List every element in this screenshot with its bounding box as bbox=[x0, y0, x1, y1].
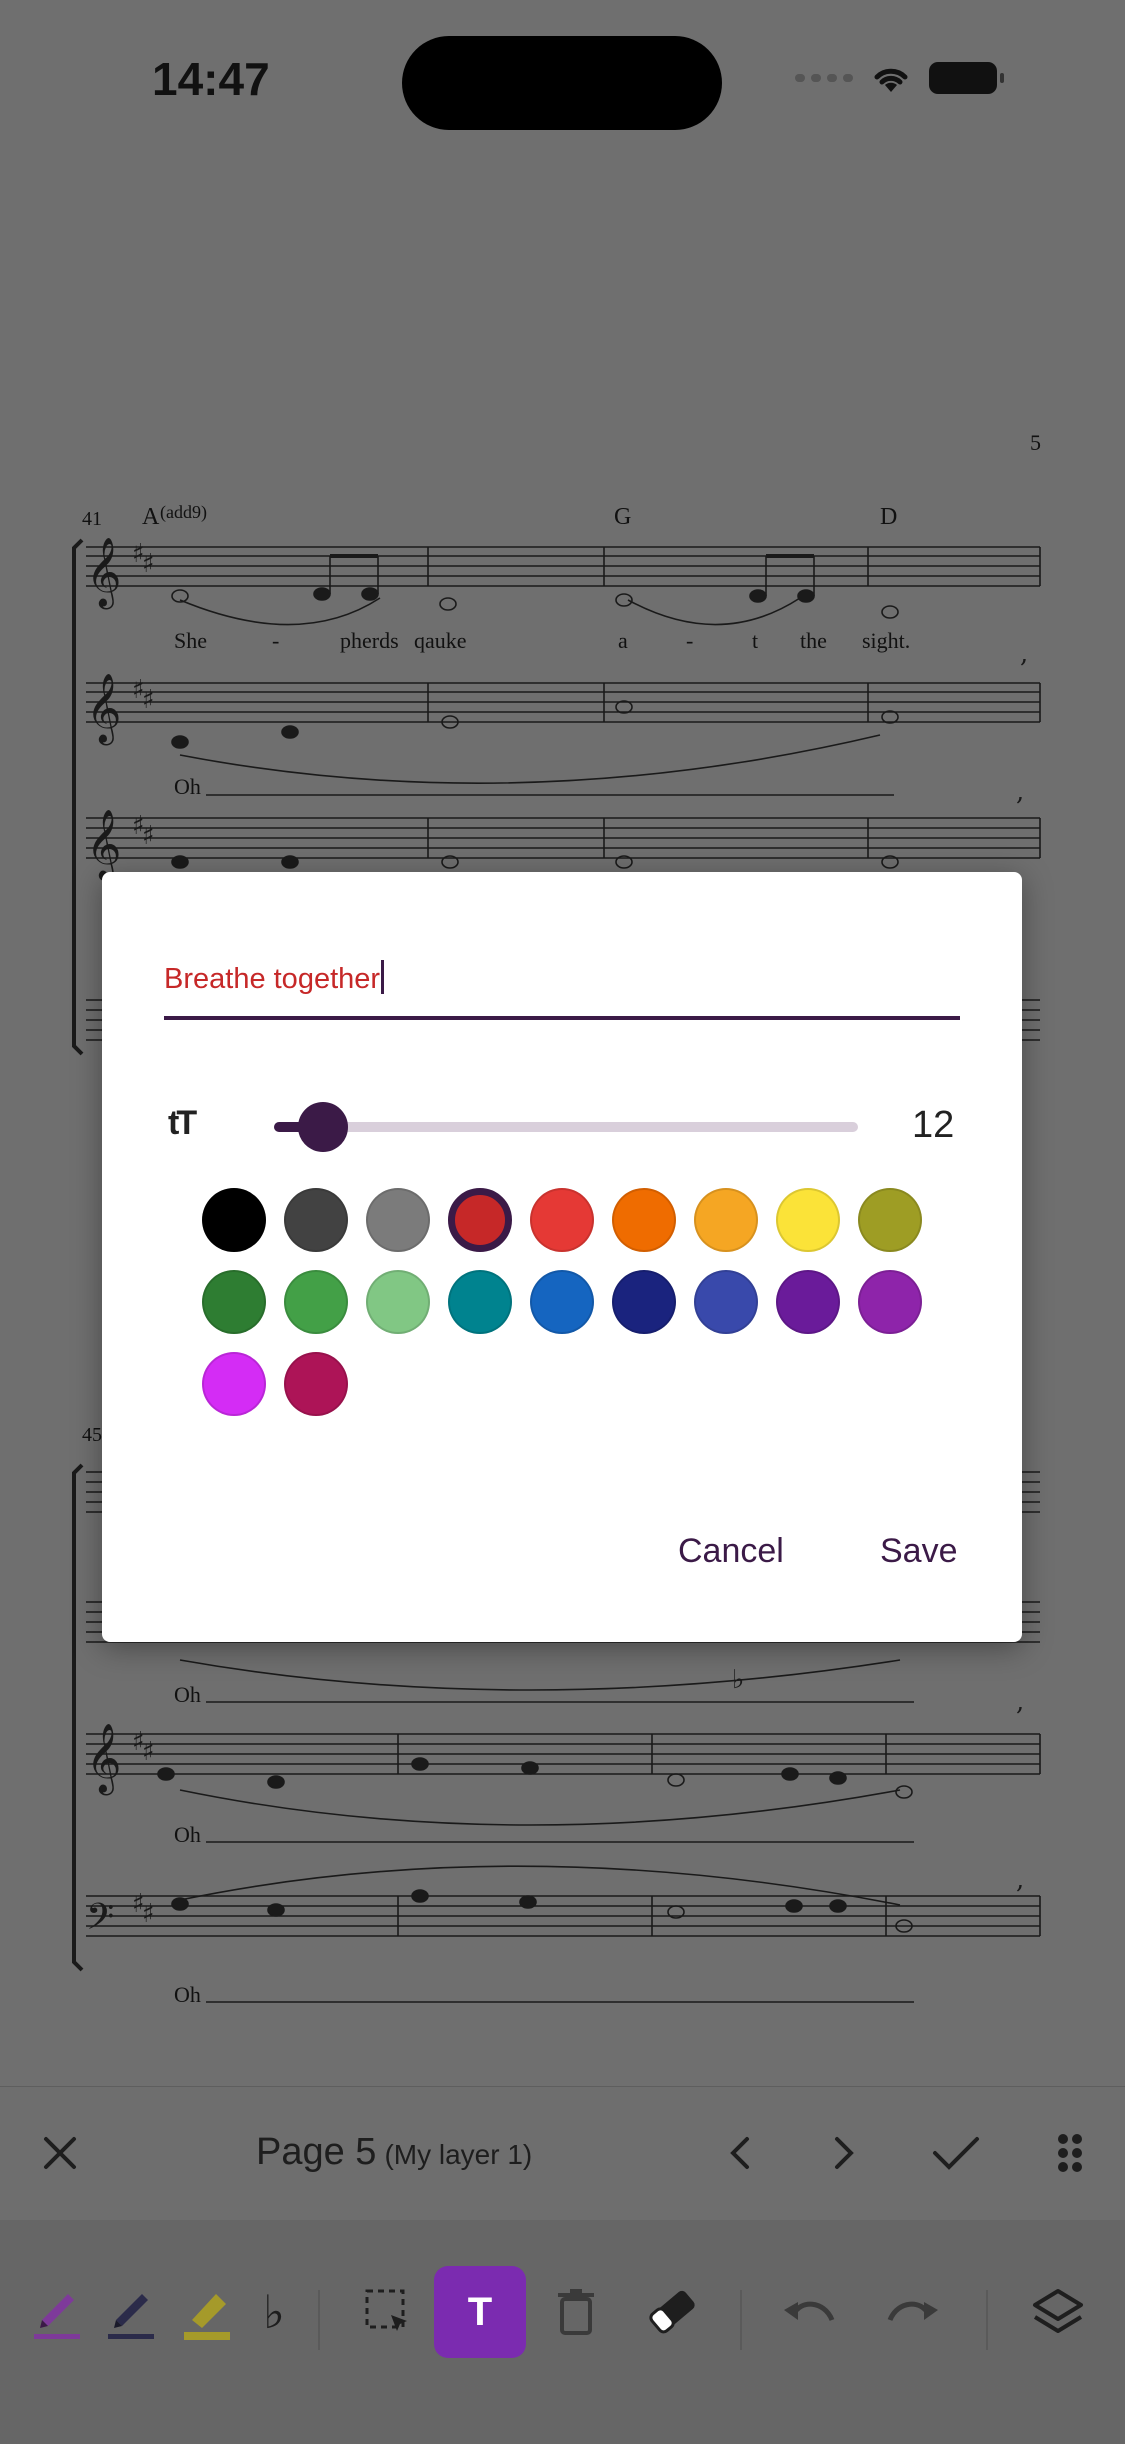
system2-staff-3 bbox=[86, 1733, 1040, 1775]
svg-text:♭: ♭ bbox=[732, 1665, 744, 1695]
text-annotation-dialog: Breathe together tT 12 Cancel Save bbox=[102, 872, 1022, 1642]
font-size-slider-thumb[interactable] bbox=[298, 1102, 348, 1152]
measure-number: 41 bbox=[82, 508, 102, 530]
svg-text:𝄞: 𝄞 bbox=[86, 537, 121, 609]
delete-icon[interactable] bbox=[540, 2276, 612, 2348]
highlighter-icon[interactable] bbox=[172, 2276, 244, 2348]
undo-icon[interactable] bbox=[774, 2276, 846, 2348]
svg-text:𝄞: 𝄞 bbox=[86, 809, 121, 881]
svg-text:♯: ♯ bbox=[142, 1899, 155, 1929]
lyric-syllable: Oh bbox=[174, 1982, 201, 2007]
select-icon[interactable] bbox=[352, 2276, 424, 2348]
color-swatch[interactable] bbox=[448, 1270, 512, 1334]
font-size-value: 12 bbox=[912, 1104, 955, 1146]
svg-text:,: , bbox=[1016, 777, 1024, 807]
lyric-syllable: Oh bbox=[174, 1682, 201, 1707]
system1-staff-2 bbox=[86, 682, 1040, 723]
color-swatch[interactable] bbox=[202, 1352, 266, 1416]
color-swatch[interactable] bbox=[776, 1270, 840, 1334]
chord-extension: (add9) bbox=[160, 502, 207, 522]
page-label: Page 5 bbox=[256, 2131, 377, 2173]
svg-text:𝄞: 𝄞 bbox=[86, 1723, 121, 1795]
color-swatch[interactable] bbox=[366, 1270, 430, 1334]
chord-symbol: D bbox=[880, 504, 898, 530]
toolbar-divider bbox=[986, 2290, 988, 2350]
color-swatch[interactable] bbox=[530, 1188, 594, 1252]
lyric-syllable: the bbox=[800, 628, 827, 653]
pen-purple-icon[interactable] bbox=[22, 2276, 94, 2348]
lyric-syllable: sight. bbox=[862, 628, 911, 653]
annotation-text-field[interactable]: Breathe together bbox=[164, 960, 960, 1020]
system1-staff-3 bbox=[86, 817, 1040, 859]
lyric-syllable: Oh bbox=[174, 1822, 201, 1847]
font-size-slider[interactable] bbox=[274, 1122, 858, 1132]
lyric-syllable: a bbox=[618, 628, 628, 653]
page-navigation-bar: Page 5 (My layer 1) bbox=[0, 2086, 1125, 2221]
chevron-left-icon[interactable] bbox=[712, 2125, 768, 2181]
close-icon[interactable] bbox=[32, 2125, 88, 2181]
svg-text:,: , bbox=[1020, 639, 1028, 669]
svg-text:𝄢: 𝄢 bbox=[86, 1896, 114, 1947]
color-swatch[interactable] bbox=[448, 1188, 512, 1252]
layer-label: (My layer 1) bbox=[384, 2139, 533, 2170]
system1-staff-1 bbox=[86, 546, 1040, 587]
color-swatch[interactable] bbox=[284, 1270, 348, 1334]
lyric-hyphen: - bbox=[272, 628, 280, 653]
save-button[interactable]: Save bbox=[880, 1532, 958, 1571]
text-tool-button[interactable]: T bbox=[434, 2266, 526, 2358]
color-swatch[interactable] bbox=[284, 1352, 348, 1416]
color-swatch[interactable] bbox=[612, 1270, 676, 1334]
color-swatch[interactable] bbox=[694, 1188, 758, 1252]
measure-number: 45 bbox=[82, 1424, 102, 1446]
color-swatch[interactable] bbox=[284, 1188, 348, 1252]
toolbar-divider bbox=[740, 2290, 742, 2350]
lyric-hyphen: - bbox=[686, 628, 694, 653]
annotation-toolbar: ♭ T bbox=[0, 2220, 1125, 2444]
toolbar-divider bbox=[318, 2290, 320, 2350]
color-swatch[interactable] bbox=[366, 1188, 430, 1252]
chevron-right-icon[interactable] bbox=[816, 2125, 872, 2181]
layers-icon[interactable] bbox=[1022, 2276, 1094, 2348]
svg-text:,: , bbox=[1016, 1687, 1024, 1717]
redo-icon[interactable] bbox=[876, 2276, 948, 2348]
color-swatch[interactable] bbox=[694, 1270, 758, 1334]
svg-text:,: , bbox=[1016, 1865, 1024, 1895]
lyric-syllable: t bbox=[752, 628, 759, 653]
color-swatch[interactable] bbox=[612, 1188, 676, 1252]
lyric-syllable: qauke bbox=[414, 628, 467, 653]
color-swatch[interactable] bbox=[858, 1188, 922, 1252]
annotation-text-value[interactable]: Breathe together bbox=[164, 963, 380, 995]
svg-text:𝄞: 𝄞 bbox=[86, 673, 121, 745]
text-caret bbox=[381, 960, 385, 994]
lyric-syllable: She bbox=[174, 628, 207, 653]
font-size-icon: tT bbox=[168, 1104, 197, 1142]
svg-text:♯: ♯ bbox=[142, 685, 155, 715]
chord-symbol: A bbox=[142, 504, 160, 530]
lyric-syllable: Oh bbox=[174, 774, 201, 799]
cancel-button[interactable]: Cancel bbox=[678, 1532, 784, 1571]
color-swatch[interactable] bbox=[776, 1188, 840, 1252]
color-swatch[interactable] bbox=[202, 1270, 266, 1334]
page-indicator: Page 5 (My layer 1) bbox=[256, 2131, 532, 2174]
color-swatch[interactable] bbox=[530, 1270, 594, 1334]
flat-symbol-icon[interactable]: ♭ bbox=[238, 2276, 310, 2348]
color-swatch[interactable] bbox=[858, 1270, 922, 1334]
eraser-icon[interactable] bbox=[636, 2276, 708, 2348]
svg-text:♯: ♯ bbox=[142, 1737, 155, 1767]
pen-dark-icon[interactable] bbox=[96, 2276, 168, 2348]
svg-text:♯: ♯ bbox=[142, 549, 155, 579]
svg-text:♯: ♯ bbox=[142, 821, 155, 851]
lyric-syllable: pherds bbox=[340, 628, 399, 653]
checkmark-icon[interactable] bbox=[928, 2125, 984, 2181]
color-swatch[interactable] bbox=[202, 1188, 266, 1252]
chord-symbol: G bbox=[614, 504, 632, 530]
drag-handle-icon[interactable] bbox=[1042, 2125, 1098, 2181]
